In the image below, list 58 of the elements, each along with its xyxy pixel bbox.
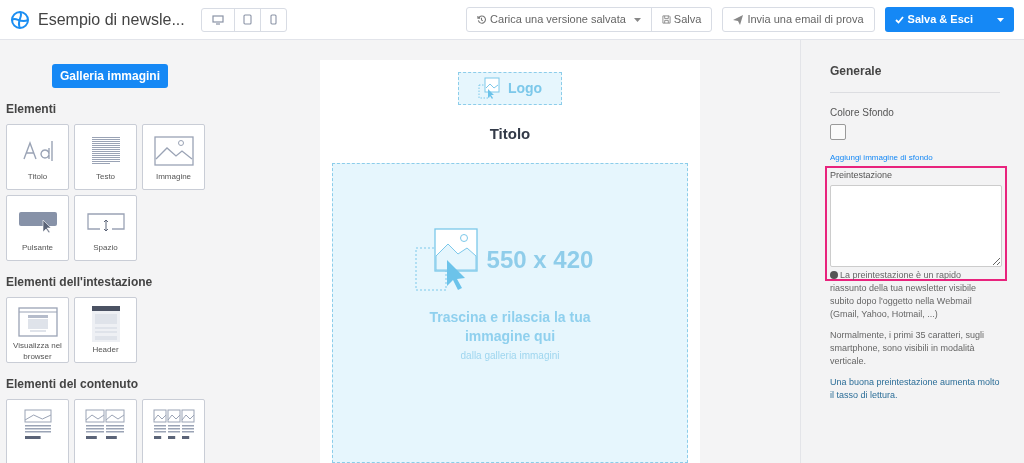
field-label: Preintestazione: [830, 169, 894, 182]
header-layout-icon: [91, 306, 120, 342]
section-heading: Elementi dell'intestazione: [6, 274, 154, 291]
tile-label: Visualizza nel browser: [12, 340, 63, 362]
drop-subtext: dalla galleria immagini: [460, 349, 560, 363]
section-heading: Elementi: [6, 101, 57, 118]
save-button[interactable]: Salva: [650, 8, 712, 31]
phone-icon: [269, 14, 277, 25]
element-tile[interactable]: Spazio: [74, 195, 137, 261]
tile-label: Pulsante: [21, 242, 54, 253]
tablet-icon: [242, 14, 252, 25]
element-tile[interactable]: Titolo: [6, 124, 69, 190]
element-tile[interactable]: [6, 399, 69, 463]
field-label: Colore Sfondo: [830, 106, 895, 120]
info-icon: [830, 270, 838, 279]
letters-icon: [20, 139, 55, 163]
tile-label: Titolo: [27, 171, 48, 182]
image-size-label: 550 x 420: [486, 245, 594, 275]
preheader-field[interactable]: [830, 184, 1002, 267]
tile-label: Testo: [95, 171, 116, 182]
title-text: Titolo: [489, 123, 531, 144]
tip-text: Una buona preintestazione aumenta molto il tasso di lettura.: [830, 375, 1000, 402]
load-version-button[interactable]: Carica una versione salvata: [467, 8, 651, 31]
spacer-icon: [85, 212, 126, 232]
caret-icon: [997, 17, 1004, 22]
text-lines-icon: [90, 136, 121, 166]
image-drop-icon: [414, 228, 479, 292]
button-cursor-icon: [17, 210, 58, 234]
drop-instruction: Trascina e rilascia la tua immagine qui: [428, 308, 592, 346]
panel-heading: Generale: [830, 63, 883, 80]
newsletter-title: Esempio di newsle...: [38, 9, 185, 30]
tile-label: Spazio: [93, 242, 118, 253]
browser-window-icon: [17, 307, 58, 337]
note-text: Normalmente, i primi 35 caratteri, sugli smartphone, sono visibili in modalità verticale.: [830, 328, 986, 368]
send-test-email-button[interactable]: Invia una email di prova: [722, 7, 875, 32]
add-background-image-link[interactable]: Aggiungi immagine di sfondo: [830, 152, 1000, 164]
desktop-icon: [211, 14, 224, 25]
section-heading: Elementi del contenuto: [6, 376, 139, 393]
checkmark-icon: [894, 15, 904, 24]
logo-icon: [10, 9, 30, 30]
element-tile[interactable]: [74, 399, 137, 463]
tile-label: Header: [92, 344, 119, 355]
element-tile[interactable]: Testo: [74, 124, 137, 190]
image-drop-icon: [477, 77, 500, 100]
element-tile[interactable]: [142, 399, 205, 463]
paper-plane-icon: [733, 14, 744, 25]
info-text: La preintestazione è un rapido riassunto della tua newsletter visibile subito dopo l'oggetto nella Webmail (Gmail, Yahoo, Hotmail, ...): [830, 268, 978, 321]
element-tile[interactable]: Pulsante: [6, 195, 69, 261]
element-tile[interactable]: Visualizza nel browser: [6, 297, 69, 363]
image-icon: [153, 136, 194, 166]
element-tile[interactable]: Header: [74, 297, 137, 363]
color-swatch[interactable]: [830, 124, 846, 140]
logo-label: Logo: [507, 78, 543, 98]
gallery-button[interactable]: Galleria immagini: [51, 64, 168, 88]
tile-label: Immagine: [155, 171, 192, 182]
caret-icon: [633, 17, 641, 22]
history-icon: [477, 15, 487, 24]
element-tile[interactable]: Immagine: [142, 124, 205, 190]
